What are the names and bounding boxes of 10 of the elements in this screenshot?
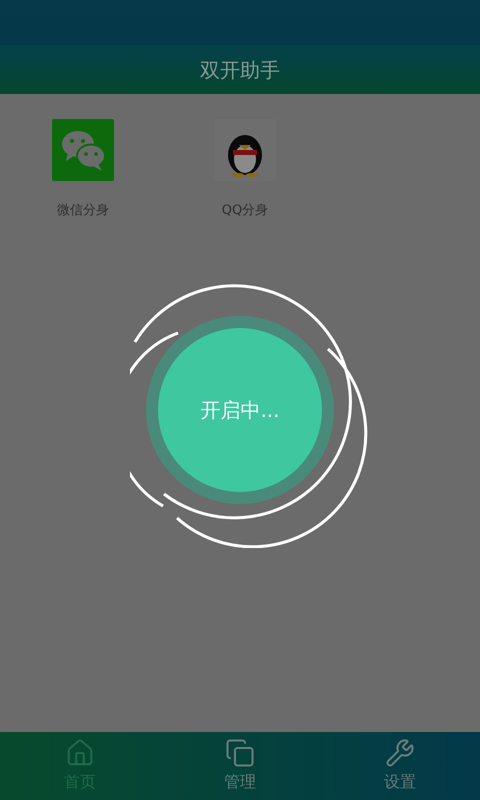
stacked-windows-icon xyxy=(225,738,255,768)
app-tile[interactable]: QQ分身 xyxy=(166,119,324,220)
nav-tab[interactable]: 设置 xyxy=(320,732,480,800)
home-icon xyxy=(65,738,95,768)
app-title: 双开助手 xyxy=(200,56,280,84)
chat-bubbles-icon xyxy=(52,119,114,181)
app-tile[interactable]: 微信分身 xyxy=(4,119,162,220)
wrench-icon xyxy=(385,738,415,768)
loading-text: 开启中... xyxy=(200,397,280,424)
nav-tab[interactable]: 管理 xyxy=(160,732,320,800)
